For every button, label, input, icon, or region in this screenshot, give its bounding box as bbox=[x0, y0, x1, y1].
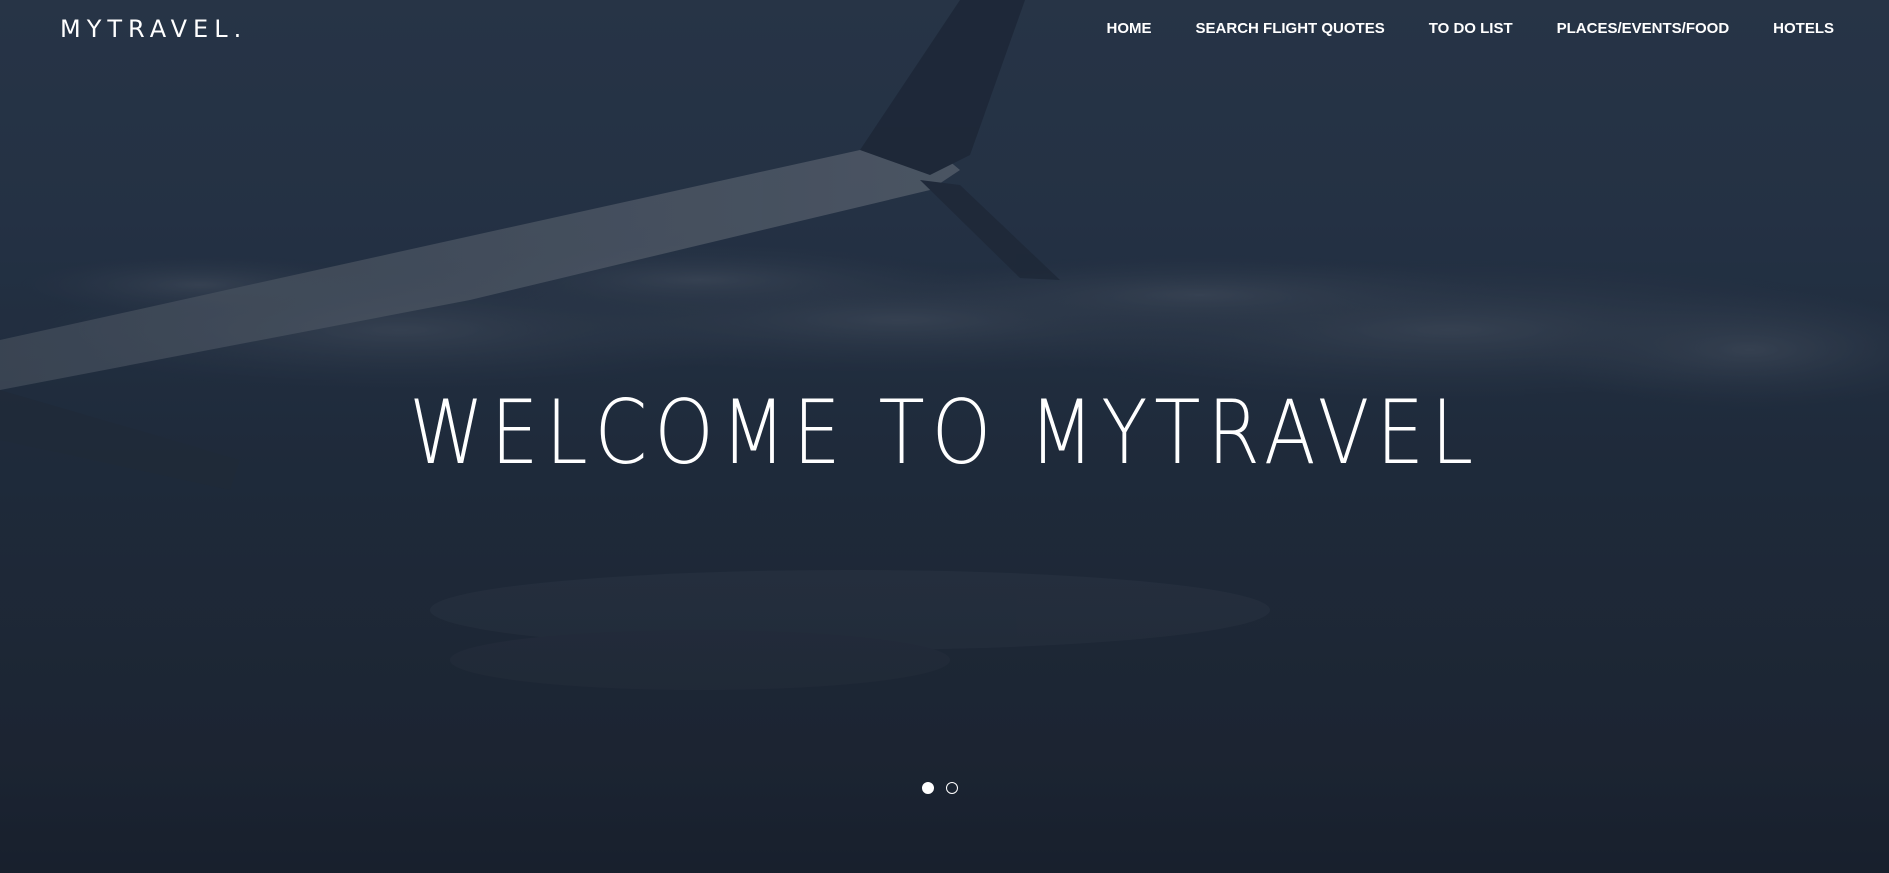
hero-section: MYTRAVEL. HOME SEARCH FLIGHT QUOTES TO D… bbox=[0, 0, 1889, 873]
nav-item-hotels[interactable]: HOTELS bbox=[1773, 20, 1834, 38]
carousel-dot-2[interactable] bbox=[946, 782, 958, 794]
brand-logo[interactable]: MYTRAVEL. bbox=[60, 14, 247, 44]
nav-item-search-flight-quotes[interactable]: SEARCH FLIGHT QUOTES bbox=[1196, 20, 1385, 38]
hero-headline: WELCOME TO MYTRAVEL bbox=[409, 381, 1481, 484]
nav-item-to-do-list[interactable]: TO DO LIST bbox=[1429, 20, 1513, 38]
carousel-dot-1[interactable] bbox=[922, 782, 934, 794]
nav-item-places-events-food[interactable]: PLACES/EVENTS/FOOD bbox=[1557, 20, 1730, 38]
nav-menu: HOME SEARCH FLIGHT QUOTES TO DO LIST PLA… bbox=[1063, 20, 1834, 38]
carousel-indicators bbox=[922, 782, 958, 794]
top-navbar: MYTRAVEL. HOME SEARCH FLIGHT QUOTES TO D… bbox=[0, 0, 1889, 60]
nav-item-home[interactable]: HOME bbox=[1107, 20, 1152, 38]
